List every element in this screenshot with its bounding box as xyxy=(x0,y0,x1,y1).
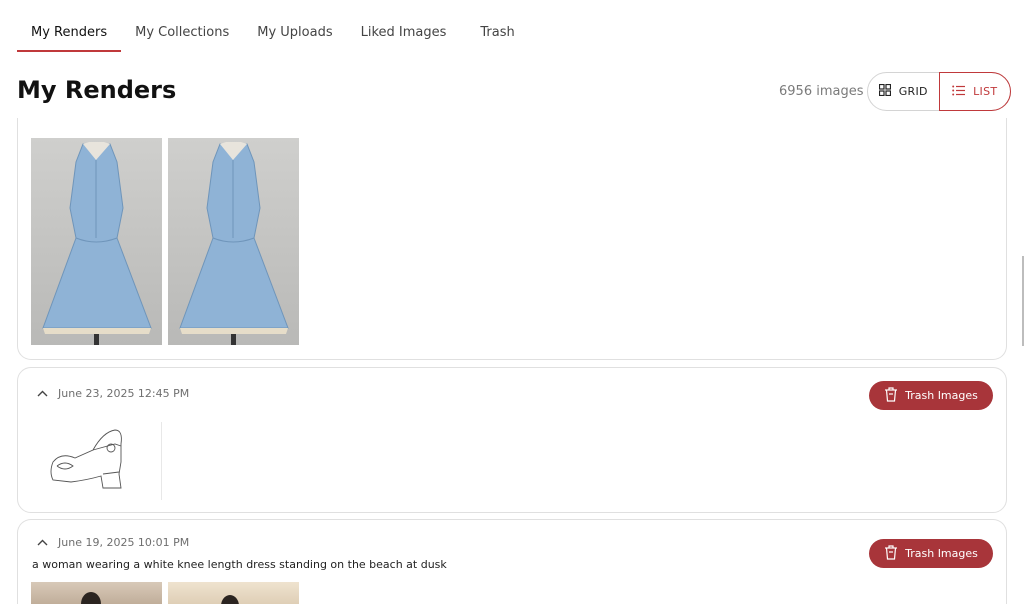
trash-icon xyxy=(884,386,898,405)
page-title: My Renders xyxy=(17,76,177,104)
tab-liked-images[interactable]: Liked Images xyxy=(347,0,461,52)
render-group: June 19, 2025 10:01 PM a woman wearing a… xyxy=(17,519,1007,604)
tab-my-renders[interactable]: My Renders xyxy=(17,0,122,52)
trash-images-label: Trash Images xyxy=(905,389,978,402)
chevron-up-icon[interactable] xyxy=(36,537,48,549)
trash-icon xyxy=(884,544,898,563)
render-image[interactable] xyxy=(31,138,162,345)
render-date: June 23, 2025 12:45 PM xyxy=(58,387,190,400)
list-icon xyxy=(952,85,966,99)
list-view-button[interactable]: LIST xyxy=(938,72,1011,111)
render-image[interactable] xyxy=(168,138,299,345)
grid-icon xyxy=(878,83,891,99)
render-group: June 23, 2025 12:45 PM Trash Images xyxy=(17,367,1007,513)
image-count: 6956 images xyxy=(779,84,864,99)
render-image[interactable] xyxy=(31,582,162,604)
view-toggle: GRID LIST xyxy=(867,72,1011,111)
list-label: LIST xyxy=(973,85,998,98)
trash-images-button[interactable]: Trash Images xyxy=(869,539,993,568)
tab-my-collections[interactable]: My Collections xyxy=(121,0,243,52)
tab-bar: My Renders My Collections My Uploads Lik… xyxy=(17,0,529,52)
chevron-up-icon[interactable] xyxy=(36,388,48,400)
trash-images-label: Trash Images xyxy=(905,547,978,560)
render-group xyxy=(17,118,1007,360)
tab-trash[interactable]: Trash xyxy=(460,0,528,52)
render-prompt: a woman wearing a white knee length dres… xyxy=(32,558,447,571)
render-image[interactable] xyxy=(168,582,299,604)
grid-view-button[interactable]: GRID xyxy=(868,73,939,110)
tab-my-uploads[interactable]: My Uploads xyxy=(243,0,346,52)
grid-label: GRID xyxy=(898,85,928,98)
render-group-header: June 23, 2025 12:45 PM xyxy=(36,387,189,400)
render-image[interactable] xyxy=(31,422,162,500)
render-date: June 19, 2025 10:01 PM xyxy=(58,536,190,549)
trash-images-button[interactable]: Trash Images xyxy=(869,381,993,410)
render-group-header: June 19, 2025 10:01 PM xyxy=(36,536,189,549)
